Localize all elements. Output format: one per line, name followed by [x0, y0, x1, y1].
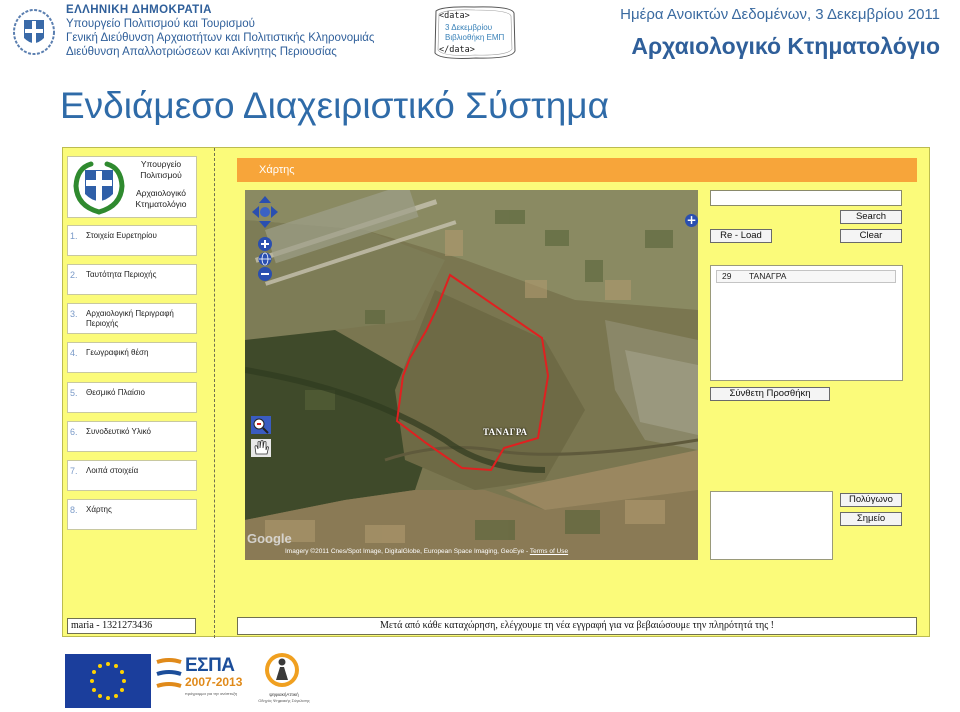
menu-item-archaeological-description[interactable]: 3. Αρχαιολογική Περιγραφή Περιοχής: [67, 303, 197, 334]
menu-item-other-data[interactable]: 7. Λοιπά στοιχεία: [67, 460, 197, 491]
app-logo: Υπουργείο Πολιτισμού Αρχαιολογικό Κτηματ…: [67, 156, 197, 218]
result-number: 29: [722, 271, 732, 281]
terms-of-use-link[interactable]: Terms of Use: [530, 548, 568, 555]
overview-expand-icon[interactable]: +: [685, 214, 698, 227]
espa-mark-icon: [156, 658, 182, 688]
badge-line: 3 Δεκεμβρίου: [445, 23, 493, 32]
ministry-line: Υπουργείο Πολιτισμού και Τουρισμού: [66, 18, 255, 30]
logo-line: Πολιτισμού: [140, 169, 182, 180]
satellite-imagery: [245, 190, 698, 560]
menu-item-map[interactable]: 8. Χάρτης: [67, 499, 197, 530]
menu-item-label: Συνοδευτικό Υλικό: [86, 427, 151, 436]
logo-line: Αρχαιολογικό: [136, 188, 186, 198]
greek-emblem-icon: [12, 8, 56, 56]
satellite-map[interactable]: ΤΑΝΑΓΡΑ Google Imagery ©2011 Cnes/Spot I…: [245, 190, 698, 560]
menu-item-number: 3.: [70, 309, 78, 319]
menu-item-number: 6.: [70, 427, 78, 437]
map-panel: Χάρτης ΤΑΝΑΓΡΑ Google Imagery ©2011 Cnes…: [237, 158, 917, 570]
menu-item-number: 2.: [70, 270, 78, 280]
list-item[interactable]: 29 ΤΑΝΑΓΡΑ: [716, 270, 896, 283]
search-button[interactable]: Search: [840, 210, 902, 224]
menu-item-label: Χάρτης: [86, 505, 112, 514]
cadastre-title: Αρχαιολογικό Κτηματολόγιο: [631, 33, 940, 59]
menu-item-legal-framework[interactable]: 5. Θεσμικό Πλαίσιο: [67, 382, 197, 413]
menu-item-number: 7.: [70, 466, 78, 476]
geometry-list: [710, 491, 833, 560]
vertical-divider: [214, 148, 215, 638]
espa-title: ΕΣΠΑ: [185, 655, 235, 676]
google-logo: Google: [247, 531, 292, 546]
event-title: Ημέρα Ανοικτών Δεδομένων, 3 Δεκεμβρίου 2…: [620, 6, 940, 23]
logo-line: Κτηματολόγιο: [135, 198, 187, 209]
menu-item-label: Στοιχεία Ευρετηρίου: [86, 231, 157, 240]
digital-attica-title: ψηφιακήΑττική: [269, 692, 299, 697]
greek-emblem-icon: [71, 160, 127, 216]
menu-item-geographic-position[interactable]: 4. Γεωγραφική θέση: [67, 342, 197, 373]
clear-button[interactable]: Clear: [840, 229, 902, 243]
ministry-line: ΕΛΛΗΝΙΚΗ ΔΗΜΟΚΡΑΤΙΑ: [66, 4, 212, 16]
menu-item-label: Αρχαιολογική Περιγραφή Περιοχής: [86, 309, 174, 328]
menu-item-number: 5.: [70, 388, 78, 398]
search-input[interactable]: [710, 190, 902, 206]
attribution-text: Imagery ©2011 Cnes/Spot Image, DigitalGl…: [285, 548, 530, 555]
reload-button[interactable]: Re - Load: [710, 229, 772, 243]
ministry-line: Διεύθυνση Απαλλοτριώσεων και Ακίνητης Πε…: [66, 46, 337, 58]
menu-item-supporting-material[interactable]: 6. Συνοδευτικό Υλικό: [67, 421, 197, 452]
menu-item-label: Θεσμικό Πλαίσιο: [86, 388, 145, 397]
globe-icon[interactable]: [258, 251, 272, 266]
menu-item-area-identity[interactable]: 2. Ταυτότητα Περιοχής: [67, 264, 197, 295]
composite-add-button[interactable]: Σύνθετη Προσθήκη: [710, 387, 830, 401]
menu-item-number: 4.: [70, 348, 78, 358]
page-title: Ενδιάμεσο Διαχειριστικό Σύστημα: [60, 85, 610, 126]
open-data-badge: <data> 3 Δεκεμβρίου Βιβλιοθήκη ΕΜΠ </dat…: [432, 5, 518, 61]
badge-open-tag: <data>: [439, 11, 470, 21]
pan-control[interactable]: [252, 196, 278, 228]
zoom-out-icon[interactable]: [258, 266, 272, 281]
logo-text: Υπουργείο Πολιτισμού Αρχαιολογικό Κτηματ…: [126, 159, 196, 209]
digital-attica-logo: ψηφιακήΑττική Οδηγός Ψηφιακής Σύγκλισης: [258, 652, 310, 708]
badge-date: 3 Δεκεμβρίου Βιβλιοθήκη ΕΜΠ: [445, 23, 504, 42]
validation-notice: Μετά από κάθε καταχώρηση, ελέγχουμε τη ν…: [237, 617, 917, 635]
menu-item-index-data[interactable]: 1. Στοιχεία Ευρετηρίου: [67, 225, 197, 256]
polygon-button[interactable]: Πολύγωνο: [840, 493, 902, 507]
digital-attica-subtitle: Οδηγός Ψηφιακής Σύγκλισης: [258, 698, 310, 703]
results-list: 29 ΤΑΝΑΓΡΑ: [710, 265, 903, 381]
badge-line: Βιβλιοθήκη ΕΜΠ: [445, 32, 505, 42]
logo-line: Υπουργείο: [140, 159, 182, 169]
menu-item-number: 1.: [70, 231, 78, 241]
ministry-line: Γενική Διεύθυνση Αρχαιοτήτων και Πολιτισ…: [66, 32, 375, 44]
menu-item-label: Λοιπά στοιχεία: [86, 466, 139, 475]
user-status: maria - 1321273436: [67, 618, 196, 634]
espa-years: 2007-2013: [185, 675, 243, 689]
ministry-header: ΕΛΛΗΝΙΚΗ ΔΗΜΟΚΡΑΤΙΑ Υπουργείο Πολιτισμού…: [66, 3, 374, 59]
digital-attica-icon: [265, 653, 299, 687]
zoom-box-tool-icon[interactable]: [251, 416, 271, 434]
espa-logo: ΕΣΠΑ 2007-2013 πρόγραμμα για την ανάπτυξ…: [155, 655, 247, 700]
espa-slogan: πρόγραμμα για την ανάπτυξη: [185, 691, 238, 696]
map-attribution: Imagery ©2011 Cnes/Spot Image, DigitalGl…: [285, 548, 568, 555]
panel-title: Χάρτης: [237, 158, 917, 182]
app-window: Υπουργείο Πολιτισμού Αρχαιολογικό Κτηματ…: [62, 147, 930, 638]
zoom-in-icon[interactable]: [258, 236, 272, 251]
pan-hand-tool-icon[interactable]: [251, 439, 271, 457]
result-name: ΤΑΝΑΓΡΑ: [749, 271, 787, 281]
badge-close-tag: </data>: [439, 45, 475, 55]
slide: ΕΛΛΗΝΙΚΗ ΔΗΜΟΚΡΑΤΙΑ Υπουργείο Πολιτισμού…: [0, 0, 960, 712]
map-town-label: ΤΑΝΑΓΡΑ: [483, 427, 528, 437]
point-button[interactable]: Σημείο: [840, 512, 902, 526]
eu-flag-icon: [65, 654, 151, 708]
menu-item-label: Ταυτότητα Περιοχής: [86, 270, 157, 279]
menu-item-number: 8.: [70, 505, 78, 515]
menu-item-label: Γεωγραφική θέση: [86, 348, 149, 357]
